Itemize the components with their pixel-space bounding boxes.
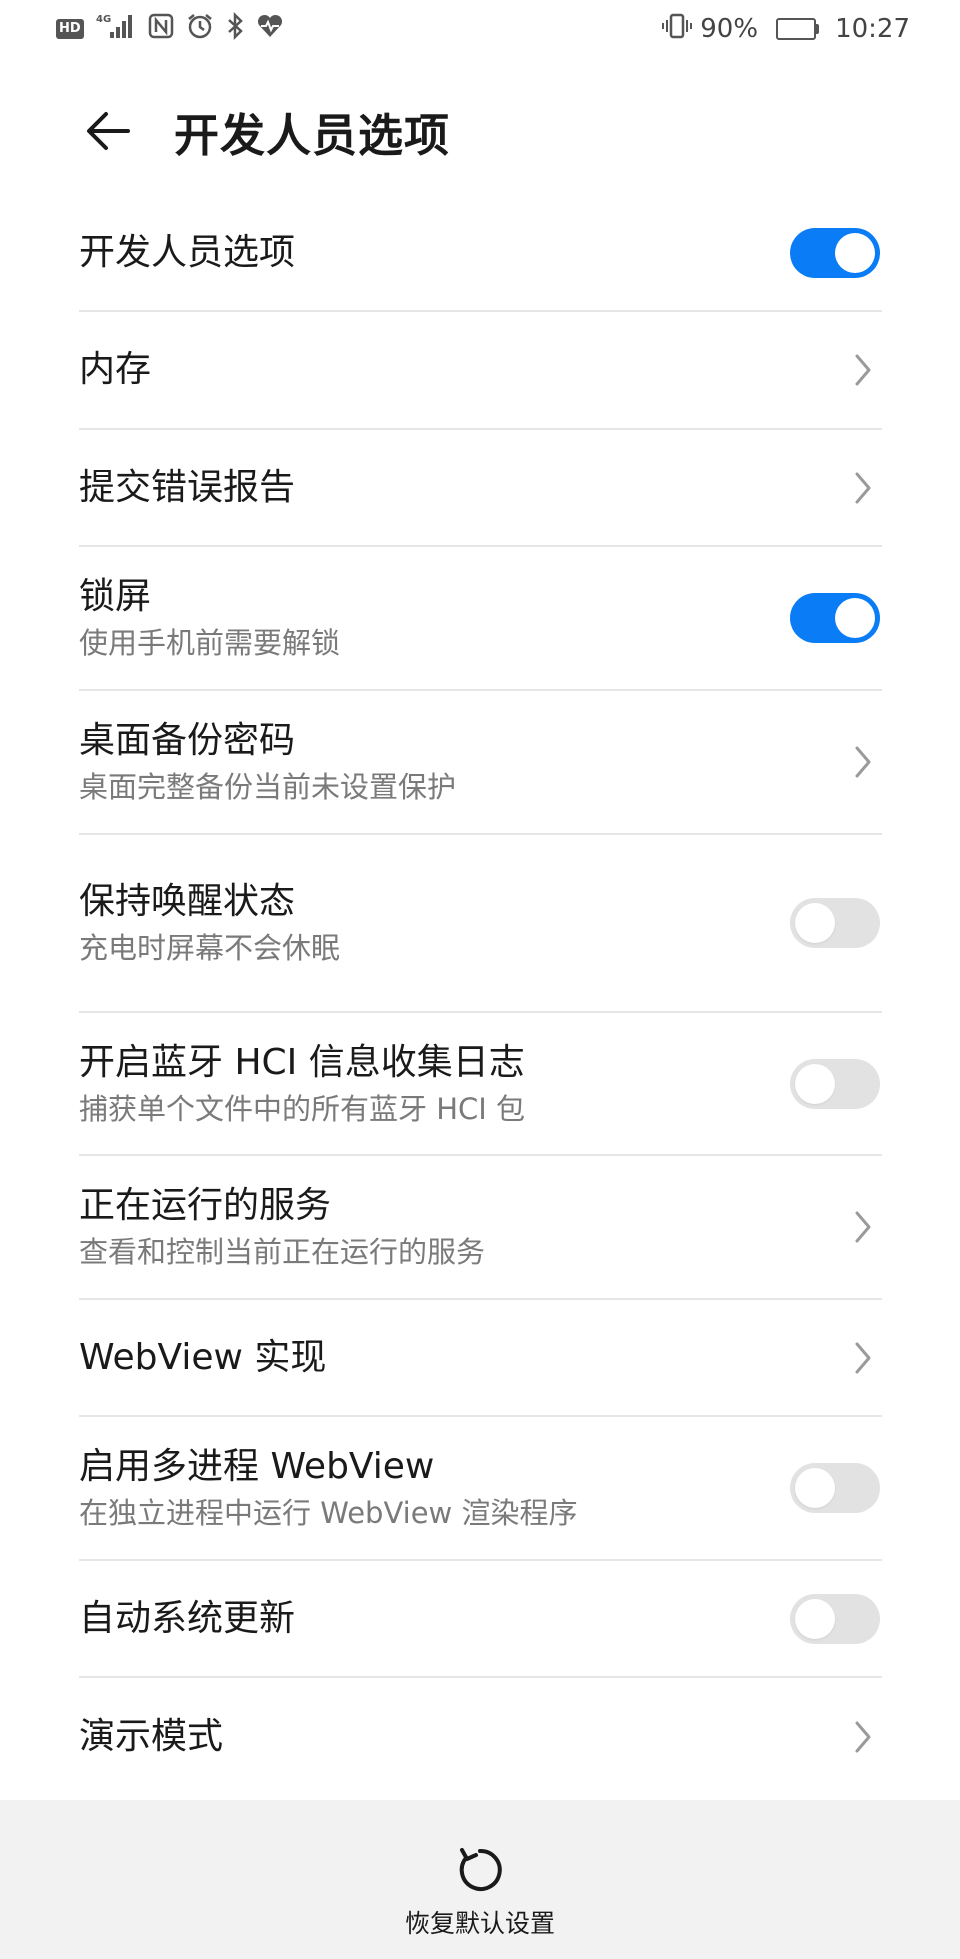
clock: 10:27 <box>835 14 910 44</box>
settings-row[interactable]: 开启蓝牙 HCI 信息收集日志捕获单个文件中的所有蓝牙 HCI 包 <box>79 1013 882 1156</box>
settings-row-text: 开发人员选项 <box>79 229 295 277</box>
settings-row-text: WebView 实现 <box>79 1334 326 1382</box>
settings-row-subtitle: 在独立进程中运行 WebView 渲染程序 <box>79 1496 578 1530</box>
toggle-knob <box>795 1063 835 1104</box>
settings-row-text: 启用多进程 WebView 在独立进程中运行 WebView 渲染程序 <box>79 1443 577 1533</box>
settings-row-title: 自动系统更新 <box>79 1597 296 1639</box>
settings-row-text: 保持唤醒状态充电时屏幕不会休眠 <box>79 878 340 968</box>
status-bar: HD 4G 90% 10:27 <box>0 0 960 58</box>
settings-row[interactable]: 内存 <box>79 312 882 430</box>
settings-row-text: 桌面备份密码桌面完整备份当前未设置保护 <box>79 717 456 807</box>
toggle-knob <box>835 233 875 273</box>
toggle-switch[interactable] <box>790 228 880 278</box>
settings-row-text: 提交错误报告 <box>79 464 295 512</box>
settings-row-title: 桌面备份密码 <box>79 720 296 761</box>
settings-row-title: 开启蓝牙 HCI 信息收集日志 <box>79 1041 525 1083</box>
chevron-right-icon <box>848 1207 878 1247</box>
settings-row-title: 内存 <box>79 349 152 390</box>
status-right: 90% 10:27 <box>662 12 910 47</box>
chevron-right-icon <box>848 468 878 508</box>
settings-row[interactable]: WebView 实现 <box>79 1300 882 1417</box>
settings-row-text: 开启蓝牙 HCI 信息收集日志捕获单个文件中的所有蓝牙 HCI 包 <box>79 1039 525 1129</box>
settings-row[interactable]: 提交错误报告 <box>79 430 882 547</box>
settings-row[interactable]: 桌面备份密码桌面完整备份当前未设置保护 <box>79 691 882 835</box>
toggle-knob <box>835 598 875 638</box>
toggle-knob <box>795 903 835 943</box>
hd-icon: HD <box>56 19 84 39</box>
chevron-right-icon <box>848 1338 878 1378</box>
reset-defaults-button[interactable]: 恢复默认设置 <box>405 1844 555 1940</box>
status-left: HD 4G <box>56 11 284 47</box>
settings-row-subtitle: 使用手机前需要解锁 <box>79 626 341 660</box>
reset-icon <box>459 1848 502 1891</box>
settings-row[interactable]: 正在运行的服务查看和控制当前正在运行的服务 <box>79 1156 882 1300</box>
vibrate-icon <box>662 12 693 47</box>
bluetooth-icon <box>226 11 244 47</box>
settings-row-title: 保持唤醒状态 <box>79 881 296 922</box>
health-icon <box>256 12 284 47</box>
back-button[interactable] <box>80 103 136 159</box>
settings-row-text: 自动系统更新 <box>79 1595 295 1643</box>
svg-text:4G: 4G <box>96 14 111 25</box>
app-header: 开发人员选项 <box>0 86 960 176</box>
settings-row-title: 锁屏 <box>79 576 152 617</box>
settings-row-title: 演示模式 <box>79 1715 224 1757</box>
toggle-knob <box>795 1598 835 1639</box>
chevron-right-icon <box>848 742 878 782</box>
signal-icon: 4G <box>96 12 136 47</box>
toggle-switch[interactable] <box>790 898 880 948</box>
settings-row-text: 演示模式 <box>79 1713 223 1761</box>
settings-row-title: 提交错误报告 <box>79 466 296 508</box>
chevron-right-icon <box>848 1717 878 1757</box>
settings-row-title: 正在运行的服务 <box>79 1185 332 1226</box>
footer-bar: 恢复默认设置 <box>0 1800 960 1959</box>
battery-icon <box>776 18 820 40</box>
settings-row[interactable]: 自动系统更新 <box>79 1561 882 1678</box>
settings-row[interactable]: 开发人员选项 <box>79 196 882 312</box>
settings-list: 开发人员选项 内存提交错误报告 锁屏使用手机前需要解锁桌面备份密码桌面完整备份当前未… <box>79 196 882 1795</box>
settings-row[interactable]: 演示模式 <box>79 1678 882 1795</box>
settings-row-subtitle: 捕获单个文件中的所有蓝牙 HCI 包 <box>79 1091 526 1126</box>
settings-row-title: 开发人员选项 <box>79 232 296 273</box>
settings-row[interactable]: 保持唤醒状态充电时屏幕不会休眠 <box>79 835 882 1013</box>
settings-row-subtitle: 充电时屏幕不会休眠 <box>79 931 341 965</box>
settings-row[interactable]: 启用多进程 WebView 在独立进程中运行 WebView 渲染程序 <box>79 1417 882 1561</box>
toggle-switch[interactable] <box>790 1058 880 1109</box>
toggle-switch[interactable] <box>790 1463 880 1513</box>
nfc-icon <box>148 12 174 47</box>
settings-row-subtitle: 查看和控制当前正在运行的服务 <box>79 1235 486 1269</box>
settings-row-text: 锁屏使用手机前需要解锁 <box>79 573 340 663</box>
settings-row-text: 正在运行的服务查看和控制当前正在运行的服务 <box>79 1182 485 1272</box>
page-title: 开发人员选项 <box>174 108 451 162</box>
arrow-left-icon <box>87 112 130 150</box>
settings-row-title: WebView 实现 <box>79 1336 327 1378</box>
toggle-switch[interactable] <box>790 593 880 643</box>
alarm-icon <box>186 12 214 47</box>
reset-defaults-label: 恢复默认设置 <box>404 1909 555 1938</box>
battery-percent: 90% <box>700 14 759 44</box>
settings-row-text: 内存 <box>79 346 151 394</box>
toggle-switch[interactable] <box>790 1593 880 1644</box>
toggle-knob <box>795 1468 835 1508</box>
settings-row[interactable]: 锁屏使用手机前需要解锁 <box>79 547 882 691</box>
settings-row-subtitle: 桌面完整备份当前未设置保护 <box>79 770 457 804</box>
chevron-right-icon <box>848 350 878 390</box>
settings-row-title: 启用多进程 WebView <box>79 1446 435 1487</box>
